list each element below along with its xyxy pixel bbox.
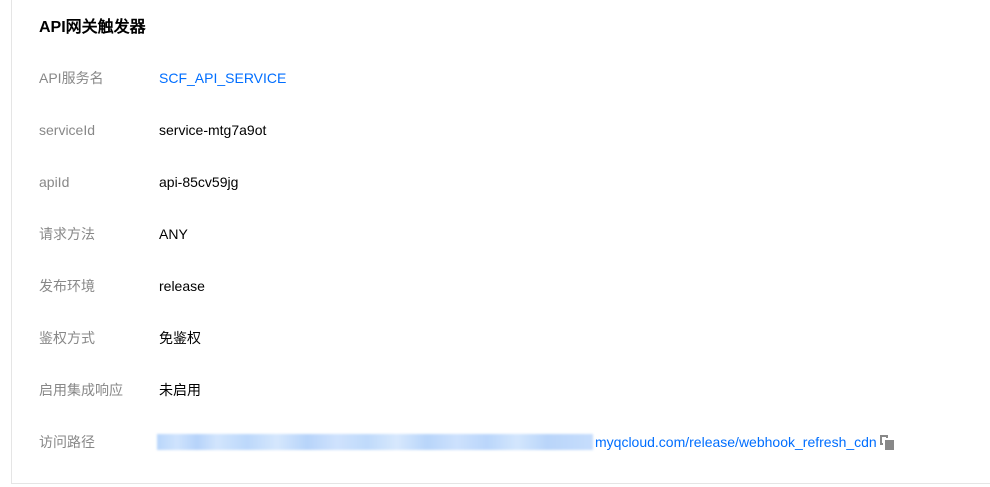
redacted-url-prefix (157, 434, 593, 450)
api-service-name-link[interactable]: SCF_API_SERVICE (159, 68, 286, 88)
field-value: 免鉴权 (159, 330, 201, 346)
field-label: API服务名 (39, 70, 104, 86)
field-value: service-mtg7a9ot (159, 122, 267, 138)
access-path-link[interactable]: myqcloud.com/release/webhook_refresh_cdn (595, 432, 877, 452)
field-value: release (159, 278, 205, 294)
field-label: serviceId (39, 122, 96, 138)
field-value: api-85cv59jg (159, 174, 239, 190)
field-label: 请求方法 (39, 226, 95, 242)
api-gateway-trigger-panel: API网关触发器 API服务名 SCF_API_SERVICE serviceI… (11, 0, 990, 484)
field-label: 发布环境 (39, 278, 95, 294)
access-path: myqcloud.com/release/webhook_refresh_cdn (157, 432, 896, 452)
field-label: 访问路径 (39, 434, 95, 450)
copy-icon[interactable] (879, 435, 896, 452)
field-label: apiId (39, 174, 70, 190)
section-title: API网关触发器 (39, 19, 146, 36)
field-value: ANY (159, 226, 188, 242)
field-value: 未启用 (159, 382, 201, 398)
field-label: 启用集成响应 (39, 382, 123, 398)
field-label: 鉴权方式 (39, 330, 95, 346)
